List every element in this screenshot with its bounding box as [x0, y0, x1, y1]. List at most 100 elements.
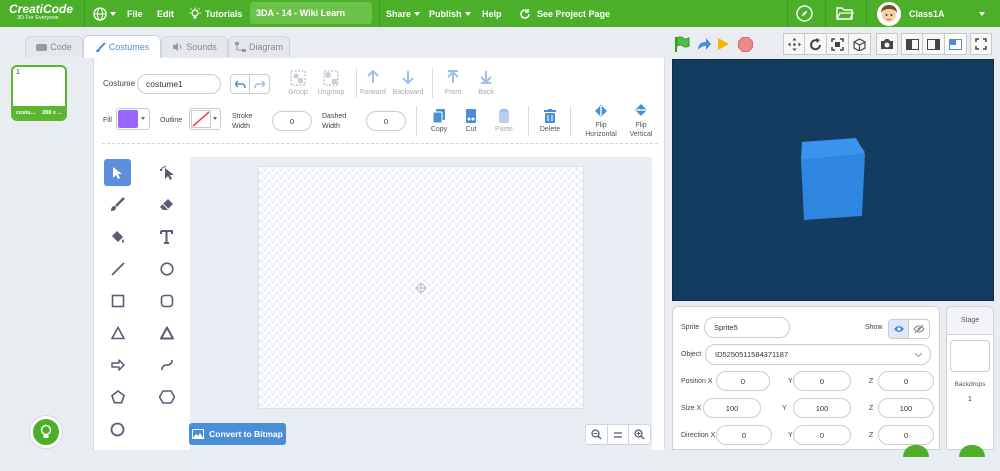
fill-color-picker[interactable] [116, 108, 150, 130]
help-menu[interactable]: Help [482, 0, 502, 27]
turbo-button[interactable] [696, 37, 712, 55]
see-project-page-link[interactable]: See Project Page [519, 0, 610, 27]
rounded-triangle-tool[interactable] [153, 319, 180, 346]
screenshot-button[interactable] [876, 33, 898, 55]
flip-horizontal-button[interactable]: Flip Horizontal [582, 105, 620, 139]
forward-button[interactable]: Forward [358, 70, 388, 96]
app-logo[interactable]: CreatiCode [9, 2, 73, 16]
fit-screen-icon [831, 37, 844, 51]
app-tagline: 3D For Everyone [17, 15, 59, 21]
curve-tool[interactable] [153, 351, 180, 378]
ungroup-button[interactable]: Ungroup [315, 70, 347, 96]
zoom-reset-button[interactable] [608, 425, 630, 444]
line-tool[interactable] [104, 255, 131, 282]
tab-diagram[interactable]: Diagram [228, 36, 290, 57]
fill-tool[interactable] [104, 223, 131, 250]
position-z-input[interactable]: 0 [878, 371, 934, 391]
language-menu[interactable] [93, 0, 116, 27]
tab-sounds[interactable]: Sounds [161, 36, 228, 57]
my-stuff-button[interactable] [836, 0, 854, 27]
stop-button[interactable] [738, 37, 753, 55]
outline-color-picker[interactable] [189, 108, 221, 130]
back-button[interactable]: Back [473, 70, 499, 96]
circle-tool[interactable] [153, 255, 180, 282]
hide-sprite-button[interactable] [909, 319, 930, 339]
costume-name-input[interactable]: costume1 [137, 74, 221, 94]
pentagon-tool[interactable] [104, 383, 131, 410]
group-button[interactable]: Group [284, 70, 312, 96]
copy-button[interactable]: Copy [426, 109, 452, 133]
sprite-name-input[interactable]: Sprite5 [704, 317, 790, 338]
stage-thumbnail[interactable] [950, 340, 990, 372]
tab-code[interactable]: Code [25, 36, 83, 57]
outline-label: Outline [160, 117, 183, 124]
edit-menu[interactable]: Edit [157, 0, 174, 27]
text-tool[interactable] [153, 223, 180, 250]
share-menu[interactable]: Share [386, 0, 421, 27]
normal-stage-button[interactable] [923, 33, 945, 55]
flip-vertical-button[interactable]: Flip Vertical [624, 103, 658, 139]
size-x-input[interactable]: 100 [703, 398, 761, 418]
tab-costumes[interactable]: Costumes [83, 35, 161, 58]
ellipse-tool[interactable] [104, 416, 131, 443]
undo-button[interactable] [230, 74, 250, 94]
project-title-input[interactable]: 3DA - 14 - Wiki Learn [250, 2, 372, 24]
backward-button[interactable]: Backward [391, 70, 425, 96]
dashed-width-input[interactable]: 0 [366, 111, 406, 131]
triangle-tool[interactable] [104, 319, 131, 346]
step-button[interactable] [717, 37, 730, 54]
paste-button[interactable]: Paste [491, 109, 517, 133]
3d-view-button[interactable] [849, 33, 871, 55]
add-backdrop-button[interactable] [959, 445, 985, 457]
refresh-icon [520, 8, 530, 19]
file-menu[interactable]: File [127, 0, 143, 27]
size-z-input[interactable]: 100 [878, 398, 934, 418]
backdrops-count: 1 [968, 396, 972, 403]
position-y-input[interactable]: 0 [793, 371, 851, 391]
object-select[interactable]: ID5250511584371187 [705, 344, 931, 365]
add-sprite-button[interactable] [903, 445, 929, 457]
delete-button[interactable]: Delete [537, 109, 563, 133]
front-button[interactable]: Front [440, 70, 466, 96]
explore-button[interactable] [796, 0, 813, 27]
rounded-rectangle-tool[interactable] [153, 287, 180, 314]
hexagon-tool[interactable] [153, 383, 180, 410]
rotate-camera-button[interactable] [805, 33, 827, 55]
move-camera-button[interactable] [783, 33, 805, 55]
stroke-width-input[interactable]: 0 [272, 111, 312, 131]
drawing-canvas[interactable] [258, 166, 584, 409]
zoom-out-button[interactable] [586, 425, 608, 444]
show-sprite-button[interactable] [888, 319, 909, 339]
redo-button[interactable] [250, 74, 270, 94]
direction-y-input[interactable]: 0 [793, 425, 851, 445]
position-x-input[interactable]: 0 [716, 371, 770, 391]
zoom-in-button[interactable] [629, 425, 650, 444]
stage-canvas[interactable] [672, 59, 994, 301]
stroke-width-label: Stroke Width [232, 113, 253, 130]
arrow-tool[interactable] [104, 351, 131, 378]
fit-view-button[interactable] [827, 33, 849, 55]
select-tool[interactable] [104, 159, 131, 186]
costume-name: costu... [16, 109, 36, 116]
small-stage-button[interactable] [901, 33, 923, 55]
fullscreen-button[interactable] [970, 33, 992, 55]
choose-costume-button[interactable] [30, 416, 62, 448]
layout-full-icon [949, 38, 962, 50]
size-y-input[interactable]: 100 [793, 398, 851, 418]
user-account-menu[interactable]: Class1A [877, 0, 985, 27]
layout-right-icon [927, 38, 940, 50]
image-icon [192, 429, 205, 439]
direction-z-input[interactable]: 0 [878, 425, 934, 445]
costume-thumbnail[interactable]: 1 costu... 288 x ... [11, 65, 67, 121]
cut-button[interactable]: Cut [459, 109, 483, 133]
tutorials-menu[interactable]: Tutorials [188, 0, 242, 27]
publish-menu[interactable]: Publish [429, 0, 471, 27]
rectangle-tool[interactable] [104, 287, 131, 314]
direction-x-input[interactable]: 0 [716, 425, 772, 445]
full-stage-button[interactable] [945, 33, 967, 55]
brush-tool[interactable] [104, 191, 131, 218]
green-flag-button[interactable] [674, 36, 690, 56]
reshape-tool[interactable] [153, 159, 180, 186]
convert-to-bitmap-button[interactable]: Convert to Bitmap [189, 423, 286, 445]
eraser-tool[interactable] [153, 191, 180, 218]
